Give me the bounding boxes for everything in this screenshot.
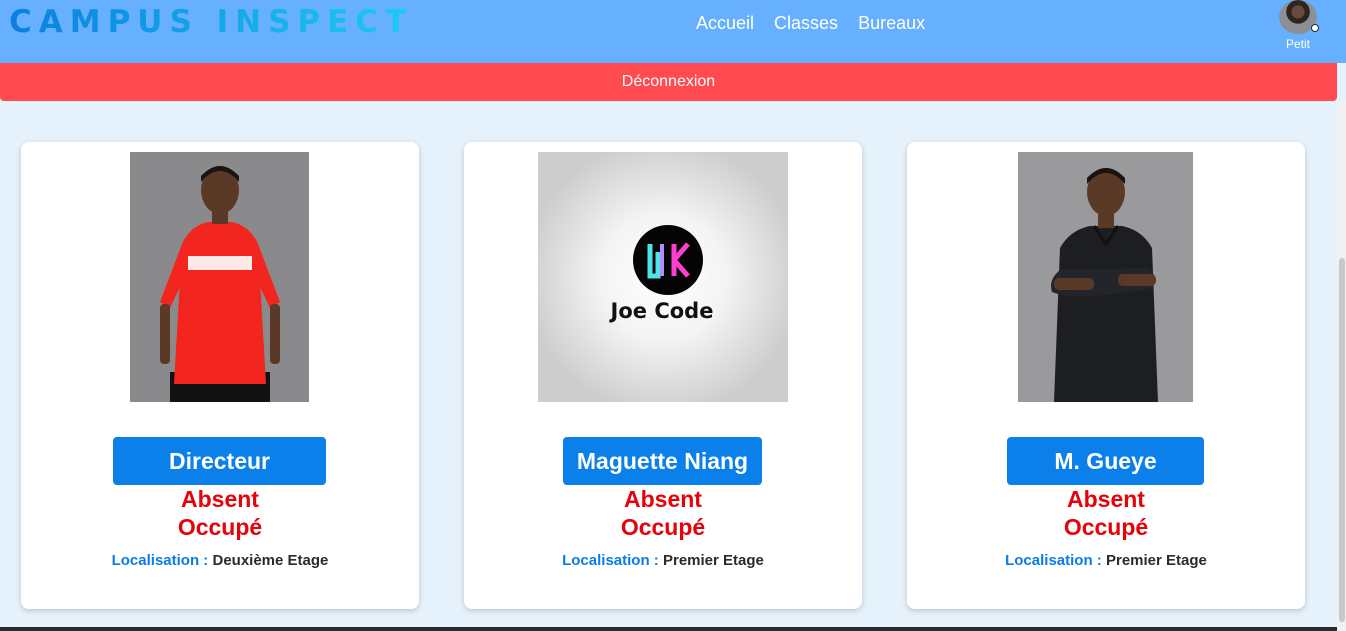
staff-photo (1018, 152, 1193, 402)
joe-code-logo-image: Joe Code (538, 152, 788, 402)
logo-text: Joe Code (609, 299, 714, 323)
nav-link-accueil[interactable]: Accueil (686, 12, 764, 34)
availability-text: Occupé (1063, 514, 1149, 540)
availability-text: Occupé (177, 514, 263, 540)
location-label: Localisation (1005, 552, 1093, 569)
staff-photo (130, 152, 309, 402)
availability-text: Occupé (620, 514, 706, 540)
staff-name-button[interactable]: M. Gueye (1007, 437, 1204, 485)
scrollbar-thumb[interactable] (1339, 258, 1345, 622)
location-value: Premier Etage (662, 552, 764, 569)
user-menu[interactable]: Petit (1276, 0, 1320, 50)
location: Localisation : Premier Etage (907, 552, 1305, 569)
user-name: Petit (1285, 37, 1310, 51)
location-separator: : (1092, 552, 1106, 569)
online-status-icon (1311, 24, 1319, 32)
staff-photo: Joe Code (538, 152, 788, 402)
location-value: Deuxième Etage (212, 552, 329, 569)
bottom-edge (0, 627, 1337, 631)
location: Localisation : Deuxième Etage (21, 552, 419, 569)
navbar: CAMPUS INSPECT Accueil Classes Bureaux P… (0, 0, 1346, 63)
staff-card: M. Gueye Absent Occupé Localisation : Pr… (907, 142, 1305, 609)
nav-link-bureaux[interactable]: Bureaux (848, 12, 935, 34)
avatar[interactable] (1279, 0, 1319, 34)
logout-button[interactable]: Déconnexion (0, 63, 1337, 101)
staff-name-button[interactable]: Directeur (113, 437, 326, 485)
location-value: Premier Etage (1105, 552, 1207, 569)
location-label: Localisation (562, 552, 650, 569)
vertical-scrollbar[interactable] (1338, 101, 1346, 631)
nav-links: Accueil Classes Bureaux (686, 12, 935, 34)
status-text: Absent (1067, 486, 1145, 512)
status-text: Absent (181, 486, 259, 512)
staff-name-button[interactable]: Maguette Niang (563, 437, 762, 485)
nav-link-classes[interactable]: Classes (764, 12, 848, 34)
staff-card: Joe Code Maguette Niang Absent Occupé Lo… (464, 142, 862, 609)
status-text: Absent (624, 486, 702, 512)
person-black-shirt-photo (1018, 152, 1193, 402)
logout-label: Déconnexion (621, 73, 716, 90)
person-red-shirt-photo (130, 152, 309, 402)
location-separator: : (199, 552, 213, 569)
staff-card: Directeur Absent Occupé Localisation : D… (21, 142, 419, 609)
location: Localisation : Premier Etage (464, 552, 862, 569)
location-label: Localisation (111, 552, 200, 569)
location-separator: : (649, 552, 663, 569)
brand-title[interactable]: CAMPUS INSPECT (9, 4, 413, 40)
